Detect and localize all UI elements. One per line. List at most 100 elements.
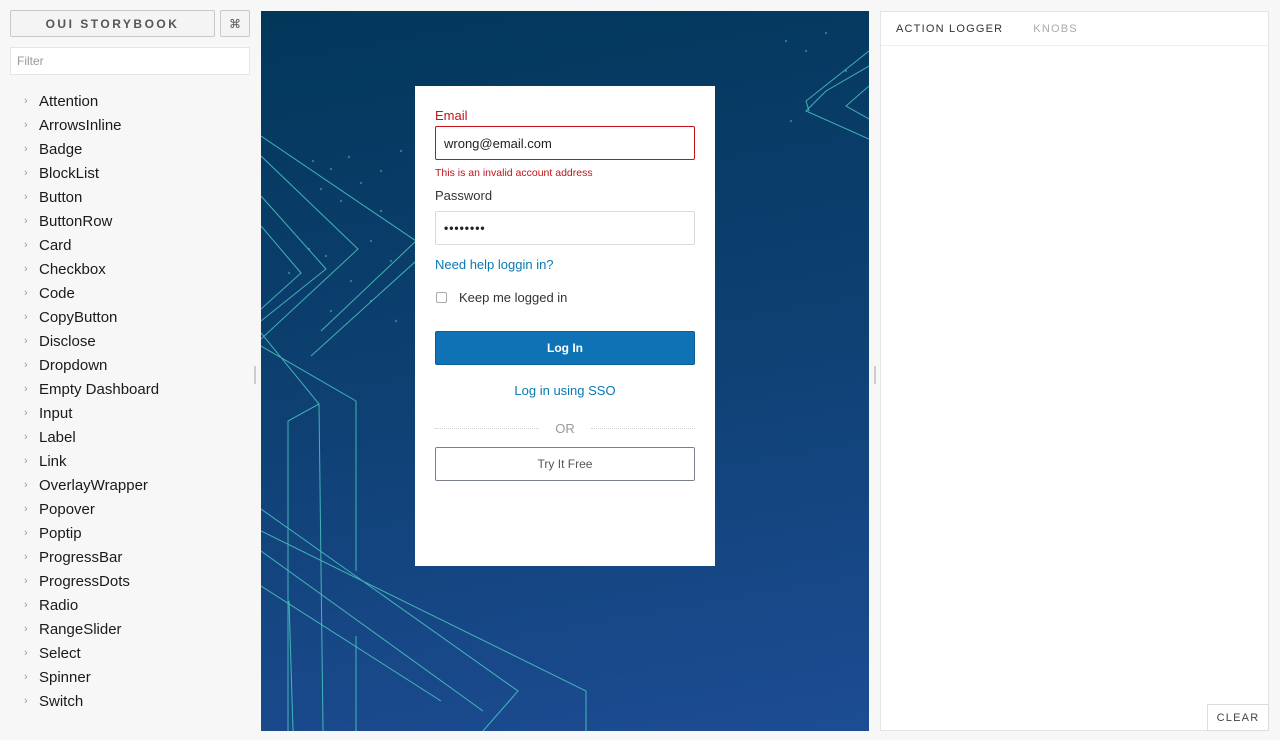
email-value: wrong@email.com (444, 135, 552, 151)
chevron-right-icon: › (24, 119, 28, 131)
sso-link[interactable]: Log in using SSO (435, 383, 695, 399)
sidebar-item[interactable]: › Badge (0, 137, 260, 161)
sidebar-item-label: Empty Dashboard (39, 380, 160, 398)
sidebar-item[interactable]: › Spinner (0, 665, 260, 689)
command-icon[interactable]: ⌘ (220, 10, 250, 37)
story-list: › Attention › ArrowsInline › Badge › BlockList ›… (0, 89, 260, 720)
preview-canvas: Email wrong@email.com This is an invalid… (261, 11, 869, 731)
chevron-right-icon: › (24, 287, 28, 299)
sidebar-item[interactable]: › OverlayWrapper (0, 473, 260, 497)
sidebar-item[interactable]: › Select (0, 641, 260, 665)
sidebar-item[interactable]: › Code (0, 281, 260, 305)
divider-line (435, 427, 540, 429)
sidebar-item-label: Link (39, 452, 67, 470)
sidebar-header: OUI STORYBOOK ⌘ (10, 10, 250, 37)
sidebar-item-label: Checkbox (39, 260, 106, 278)
chevron-right-icon: › (24, 407, 28, 419)
chevron-right-icon: › (24, 431, 28, 443)
sidebar-item[interactable]: › Card (0, 233, 260, 257)
sidebar-item[interactable]: › Label (0, 425, 260, 449)
chevron-right-icon: › (24, 191, 28, 203)
sidebar-item[interactable]: › Link (0, 449, 260, 473)
chevron-right-icon: › (24, 695, 28, 707)
addons-panel: ACTION LOGGER KNOBS CLEAR (880, 11, 1269, 731)
help-link[interactable]: Need help loggin in? (435, 257, 695, 273)
chevron-right-icon: › (24, 503, 28, 515)
login-button[interactable]: Log In (435, 331, 695, 365)
chevron-right-icon: › (24, 527, 28, 539)
sidebar-item[interactable]: › Popover (0, 497, 260, 521)
sidebar-item[interactable]: › Input (0, 401, 260, 425)
sidebar-item[interactable]: › ProgressDots (0, 569, 260, 593)
sidebar-item[interactable]: › RangeSlider (0, 617, 260, 641)
sidebar-item[interactable]: › Poptip (0, 521, 260, 545)
filter-input[interactable] (10, 47, 250, 75)
sidebar-item[interactable]: › Button (0, 185, 260, 209)
sidebar-item-label: Attention (39, 92, 99, 110)
sidebar-item[interactable]: › Disclose (0, 329, 260, 353)
chevron-right-icon: › (24, 215, 28, 227)
sidebar-item-label: Input (39, 404, 73, 422)
sidebar-item-label: Disclose (39, 332, 96, 350)
remember-me-row[interactable]: Keep me logged in (435, 289, 695, 305)
chevron-right-icon: › (24, 143, 28, 155)
password-label: Password (435, 188, 493, 203)
try-free-button[interactable]: Try It Free (435, 447, 695, 481)
left-resize-handle[interactable] (254, 366, 256, 384)
sidebar-item[interactable]: › ButtonRow (0, 209, 260, 233)
brand-button[interactable]: OUI STORYBOOK (10, 10, 215, 37)
chevron-right-icon: › (24, 359, 28, 371)
sidebar-item-label: Select (39, 644, 81, 662)
sidebar-item[interactable]: ›Table (0, 713, 260, 720)
sidebar-item-label: RangeSlider (39, 620, 122, 638)
email-field[interactable]: wrong@email.com (435, 126, 695, 160)
sidebar-item[interactable]: › Attention (0, 89, 260, 113)
remember-me-checkbox[interactable] (436, 291, 447, 303)
chevron-right-icon: › (24, 167, 28, 179)
chevron-right-icon: › (24, 479, 28, 491)
sidebar-item-label: Label (39, 428, 76, 446)
chevron-right-icon: › (24, 455, 28, 467)
chevron-right-icon: › (24, 647, 28, 659)
tab-knobs[interactable]: KNOBS (1033, 23, 1078, 35)
sidebar-item[interactable]: › CopyButton (0, 305, 260, 329)
sidebar: OUI STORYBOOK ⌘ ›Attention›ArrowsInline›… (0, 0, 260, 740)
sidebar-item[interactable]: › ProgressBar (0, 545, 260, 569)
chevron-right-icon: › (24, 95, 28, 107)
sidebar-item-label: Dropdown (39, 356, 108, 374)
sidebar-item[interactable]: › Dropdown (0, 353, 260, 377)
tab-action-logger[interactable]: ACTION LOGGER (896, 23, 1003, 35)
sidebar-item[interactable]: › ArrowsInline (0, 113, 260, 137)
clear-button[interactable]: CLEAR (1207, 704, 1269, 731)
chevron-right-icon: › (24, 575, 28, 587)
chevron-right-icon: › (24, 239, 28, 251)
sidebar-item-label: Radio (39, 596, 79, 614)
sidebar-item-label: CopyButton (39, 308, 118, 326)
chevron-right-icon: › (24, 335, 28, 347)
sidebar-item[interactable]: › Checkbox (0, 257, 260, 281)
chevron-right-icon: › (24, 551, 28, 563)
sidebar-item-label: ArrowsInline (39, 116, 122, 134)
right-resize-handle[interactable] (874, 366, 876, 384)
email-label: Email (435, 108, 468, 123)
sidebar-item-label: Switch (39, 692, 84, 710)
email-error-message: This is an invalid account address (435, 167, 593, 179)
chevron-right-icon: › (24, 671, 28, 683)
sidebar-item-label: Poptip (39, 524, 82, 542)
chevron-right-icon: › (24, 623, 28, 635)
sidebar-item[interactable]: › Empty Dashboard (0, 377, 260, 401)
sidebar-item-label: Table (39, 717, 75, 720)
sidebar-item[interactable]: › Radio (0, 593, 260, 617)
sidebar-item[interactable]: › Switch (0, 689, 260, 713)
sidebar-item-label: Card (39, 236, 72, 254)
password-field[interactable]: •••••••• (435, 211, 695, 245)
login-card: Email wrong@email.com This is an invalid… (415, 86, 715, 566)
sidebar-item-label: ButtonRow (39, 212, 113, 230)
sidebar-item-label: Badge (39, 140, 83, 158)
remember-me-label: Keep me logged in (459, 289, 568, 305)
sidebar-item-label: Popover (39, 500, 95, 518)
sidebar-item-label: OverlayWrapper (39, 476, 148, 494)
chevron-right-icon: › (24, 311, 28, 323)
sidebar-item[interactable]: › BlockList (0, 161, 260, 185)
or-divider: OR (435, 420, 695, 436)
